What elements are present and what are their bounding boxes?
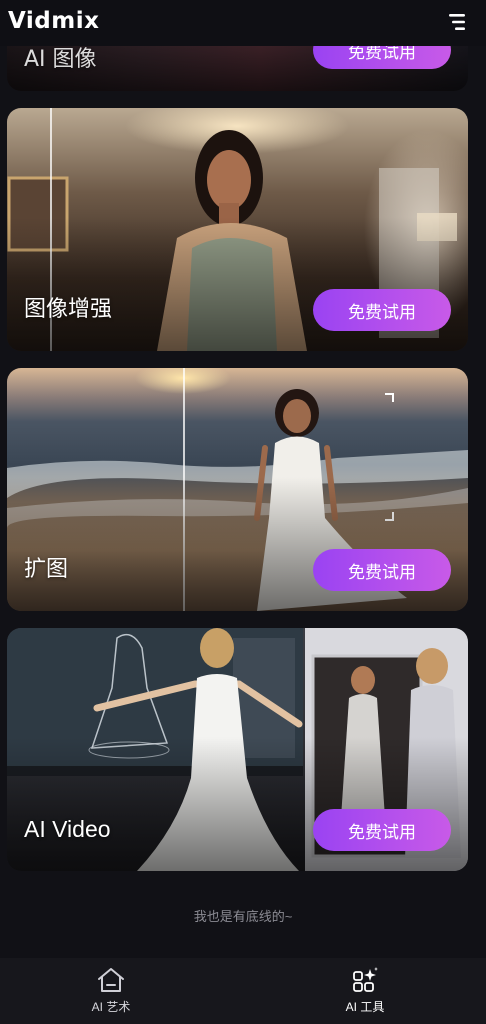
free-trial-button[interactable]: 免费试用 xyxy=(313,549,451,591)
app-logo: Vidmix xyxy=(8,8,100,34)
tools-grid-icon xyxy=(353,967,378,992)
menu-icon xyxy=(449,14,465,30)
tab-label: AI 工具 xyxy=(345,1000,385,1014)
end-of-list-note: 我也是有底线的~ xyxy=(193,909,293,924)
menu-button[interactable] xyxy=(446,12,468,32)
card-image-enhance[interactable]: 图像增强 免费试用 xyxy=(7,108,468,351)
card-ai-video[interactable]: AI Video 免费试用 xyxy=(7,628,468,871)
free-trial-button[interactable]: 免费试用 xyxy=(313,289,451,331)
card-title: 扩图 xyxy=(24,557,69,582)
card-title: 图像增强 xyxy=(24,297,113,322)
app-header: Vidmix xyxy=(0,0,486,46)
tab-label: AI 艺术 xyxy=(91,1000,131,1014)
free-trial-button[interactable]: 免费试用 xyxy=(313,809,451,851)
tab-ai-tools[interactable]: AI 工具 xyxy=(310,966,420,1015)
bottom-tab-bar: AI 艺术 AI 工具 xyxy=(0,958,486,1024)
card-image-expand[interactable]: 扩图 免费试用 xyxy=(7,368,468,611)
home-icon xyxy=(98,968,124,992)
tab-ai-art[interactable]: AI 艺术 xyxy=(56,966,166,1015)
card-title: AI Video xyxy=(24,816,111,842)
